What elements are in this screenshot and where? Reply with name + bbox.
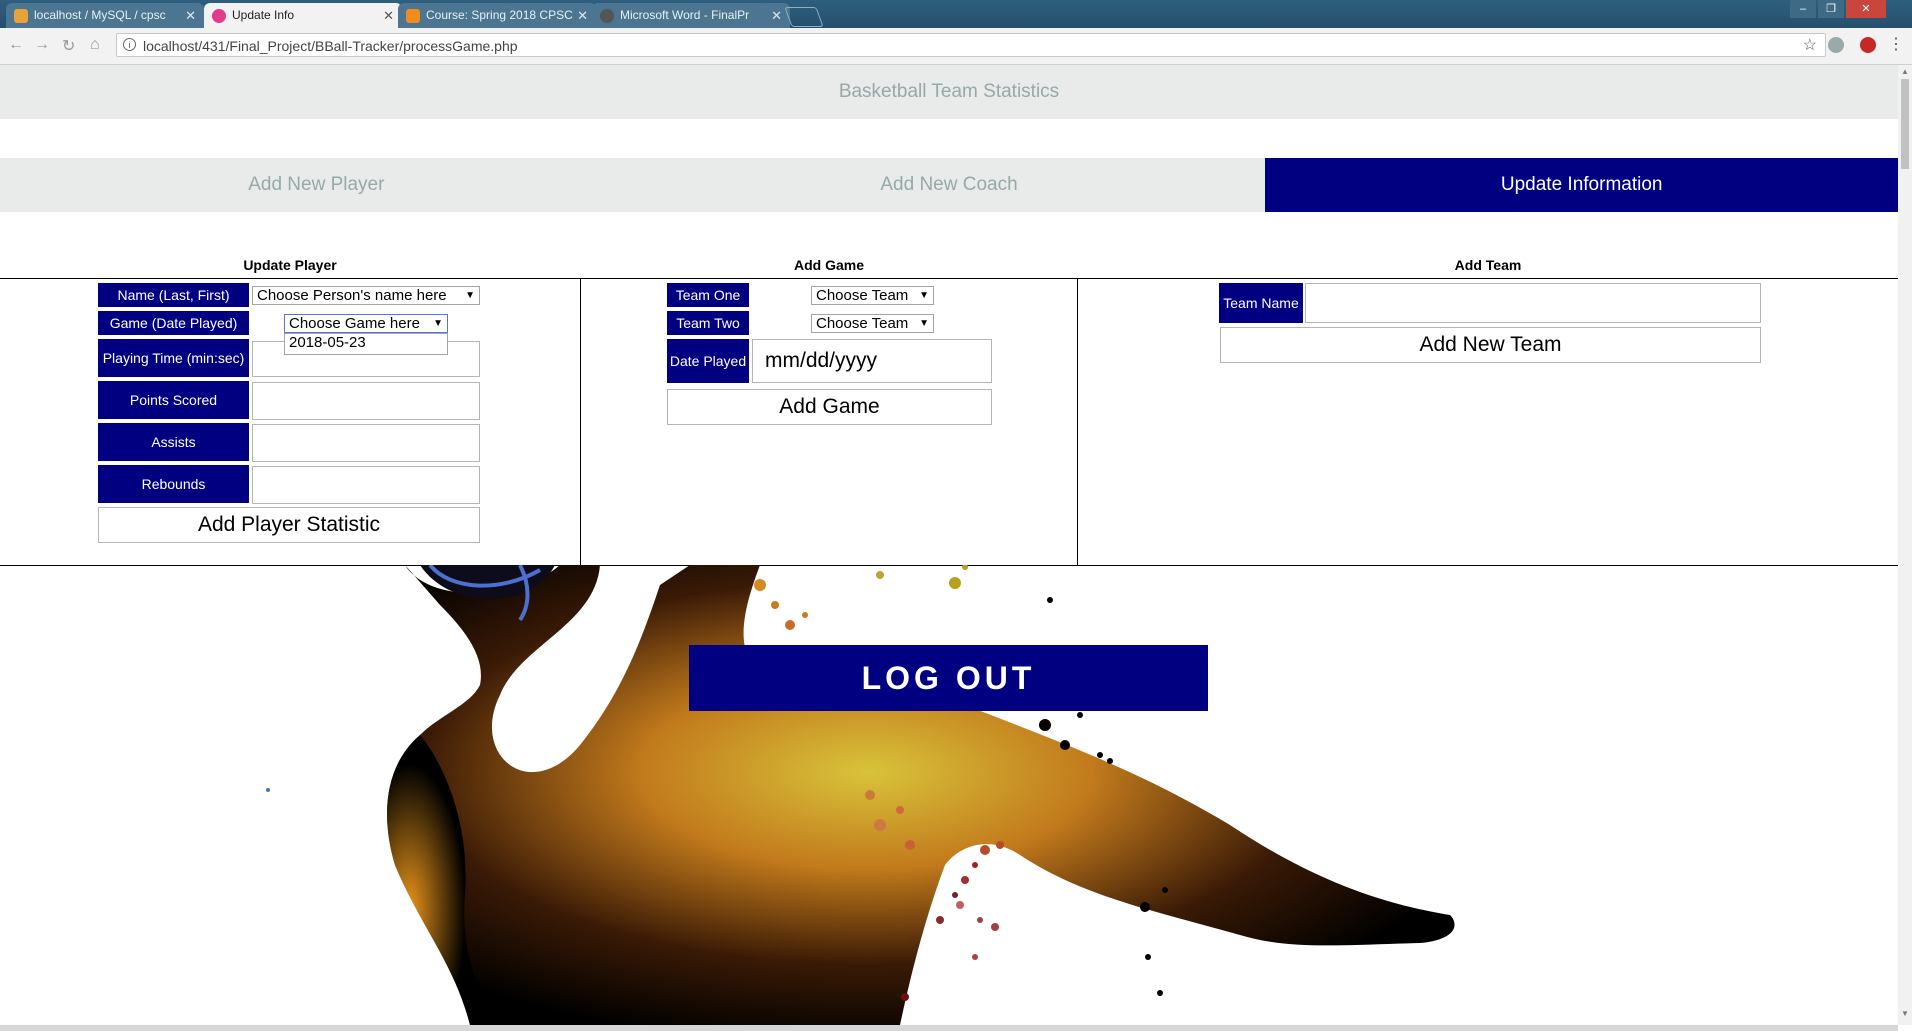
game-option[interactable]: 2018-05-23: [289, 334, 447, 351]
moodle-icon: [406, 9, 420, 23]
game-select-value: Choose Game here: [289, 315, 420, 332]
tab-phpmyadmin[interactable]: localhost / MySQL / cpsc ✕: [6, 3, 204, 28]
reload-icon[interactable]: ↻: [62, 36, 75, 56]
name-label: Name (Last, First): [98, 283, 249, 307]
nav-add-new-player[interactable]: Add New Player: [0, 158, 633, 212]
basketball-player-silhouette-image: [0, 565, 1898, 1025]
close-window-button[interactable]: ✕: [1846, 0, 1886, 18]
rebounds-label: Rebounds: [98, 465, 249, 503]
dropdown-arrow-icon: ▼: [465, 290, 475, 301]
minimize-button[interactable]: –: [1790, 0, 1816, 18]
team-name-input[interactable]: [1305, 283, 1761, 323]
assists-input[interactable]: [252, 424, 480, 462]
extension-m-icon[interactable]: [1828, 37, 1844, 53]
dropdown-arrow-icon: ▼: [919, 318, 929, 329]
silhouette-body: [387, 565, 1455, 1025]
date-played-input[interactable]: mm/dd/yyyy: [752, 339, 992, 383]
add-game-title: Add Game: [793, 257, 864, 273]
address-bar: ← → ↻ ⌂ i localhost/431/Final_Project/BB…: [0, 28, 1912, 65]
new-tab-button[interactable]: [784, 7, 824, 27]
nav-update-information[interactable]: Update Information: [1265, 158, 1899, 212]
main-nav: Add New Player Add New Coach Update Info…: [0, 158, 1899, 212]
team-one-select-value: Choose Team: [816, 287, 909, 304]
tab-word-doc[interactable]: Microsoft Word - FinalPr ✕: [592, 3, 790, 28]
add-team-title: Add Team: [1454, 257, 1522, 273]
person-select-value: Choose Person's name here: [257, 287, 447, 304]
player-silhouette-graphic: [266, 565, 1455, 1025]
phpmyadmin-icon: [14, 9, 28, 23]
close-icon[interactable]: ✕: [577, 3, 588, 28]
close-icon[interactable]: ✕: [185, 3, 196, 28]
logout-button[interactable]: LOG OUT: [689, 645, 1208, 711]
scrollbar-thumb[interactable]: [1901, 79, 1909, 169]
page-icon: [212, 9, 226, 23]
add-new-team-button[interactable]: Add New Team: [1220, 327, 1761, 363]
team-two-select-value: Choose Team: [816, 315, 909, 332]
game-label: Game (Date Played): [98, 311, 249, 335]
forms-area: Name (Last, First) Choose Person's name …: [0, 278, 1898, 566]
ublock-icon[interactable]: [1860, 37, 1876, 53]
info-icon[interactable]: i: [123, 38, 136, 51]
tab-course[interactable]: Course: Spring 2018 CPSC ✕: [398, 3, 596, 28]
person-select[interactable]: Choose Person's name here ▼: [252, 286, 480, 305]
team-two-label: Team Two: [667, 311, 749, 335]
points-label: Points Scored: [98, 381, 249, 419]
column-divider: [1077, 279, 1078, 565]
team-name-label: Team Name: [1219, 283, 1303, 323]
playing-time-label: Playing Time (min:sec): [98, 339, 249, 377]
close-icon[interactable]: ✕: [383, 3, 394, 28]
close-icon[interactable]: ✕: [771, 3, 782, 28]
url-text: localhost/431/Final_Project/BBall-Tracke…: [143, 38, 518, 54]
update-player-title: Update Player: [243, 257, 337, 273]
back-icon[interactable]: ←: [8, 36, 24, 54]
add-game-button[interactable]: Add Game: [667, 389, 992, 425]
add-player-statistic-button[interactable]: Add Player Statistic: [98, 507, 480, 543]
dropdown-arrow-icon: ▼: [433, 318, 443, 329]
horizontal-scrollbar[interactable]: [0, 1025, 1898, 1031]
scroll-down-icon[interactable]: ▼: [1901, 1009, 1909, 1018]
document-icon: [600, 9, 614, 23]
team-two-select[interactable]: Choose Team ▼: [811, 314, 934, 333]
tab-title: Microsoft Word - FinalPr: [620, 8, 750, 22]
nav-add-new-coach[interactable]: Add New Coach: [632, 158, 1266, 212]
browser-tab-bar: localhost / MySQL / cpsc ✕ Update Info ✕…: [0, 0, 1912, 28]
home-icon[interactable]: ⌂: [90, 36, 100, 54]
column-divider: [580, 279, 581, 565]
url-input[interactable]: i localhost/431/Final_Project/BBall-Trac…: [116, 33, 1826, 57]
team-one-label: Team One: [667, 283, 749, 307]
date-played-label: Date Played: [667, 339, 749, 383]
bookmark-star-icon[interactable]: ☆: [1803, 34, 1817, 58]
team-one-select[interactable]: Choose Team ▼: [811, 286, 934, 305]
tab-title: Course: Spring 2018 CPSC: [426, 8, 573, 22]
restore-button[interactable]: ❐: [1818, 0, 1844, 18]
tab-title: Update Info: [232, 8, 295, 22]
game-select[interactable]: Choose Game here ▼: [284, 314, 448, 333]
points-input[interactable]: [252, 382, 480, 420]
menu-icon[interactable]: ⋮: [1888, 34, 1904, 54]
vertical-scrollbar[interactable]: ▲ ▼: [1898, 65, 1912, 1025]
game-dropdown-list: 2018-05-23: [284, 333, 448, 355]
dropdown-arrow-icon: ▼: [919, 290, 929, 301]
page-title: Basketball Team Statistics: [0, 65, 1898, 119]
rebounds-input[interactable]: [252, 466, 480, 504]
tab-title: localhost / MySQL / cpsc: [34, 8, 166, 22]
scroll-up-icon[interactable]: ▲: [1901, 67, 1909, 76]
tab-update-info[interactable]: Update Info ✕: [204, 3, 402, 28]
forward-icon[interactable]: →: [34, 36, 50, 54]
assists-label: Assists: [98, 423, 249, 461]
